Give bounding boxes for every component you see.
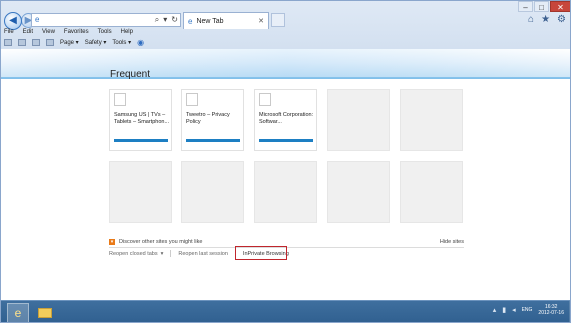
tile-title: Microsoft Corporation: Softwar... <box>259 112 314 125</box>
tools-gear-icon[interactable]: ⚙ <box>557 14 566 25</box>
tab-ie-icon: e <box>188 16 193 26</box>
home-icon[interactable]: ⌂ <box>528 14 534 25</box>
reopen-closed-tabs-link[interactable]: Reopen closed tabs ▾ <box>109 251 163 257</box>
feeds-icon <box>18 39 26 46</box>
tools-menu[interactable]: Tools ▾ <box>112 39 131 46</box>
folder-icon <box>38 307 52 318</box>
help-globe-icon[interactable]: ◉ <box>137 38 144 47</box>
address-input[interactable] <box>43 15 153 25</box>
usage-bar <box>114 139 168 142</box>
tile-title: Samsung US | TVs – Tablets – Smartphon..… <box>114 112 170 125</box>
back-button[interactable]: ◀ <box>4 12 22 30</box>
frequent-tile[interactable]: Tweetro – Privacy Policy <box>181 89 244 151</box>
tab-new-tab[interactable]: e New Tab ✕ <box>183 12 269 29</box>
tile-title: Tweetro – Privacy Policy <box>186 112 230 125</box>
print-icon <box>46 39 54 46</box>
menu-file[interactable]: File <box>4 29 14 35</box>
usage-bar <box>186 139 240 142</box>
favorites-star-icon[interactable]: ★ <box>541 14 550 25</box>
window-controls: – □ ✕ <box>517 1 570 12</box>
toolbar-right-icons: ⌂ ★ ⚙ <box>528 14 566 25</box>
page-menu[interactable]: Page ▾ <box>60 39 79 46</box>
tray-arrow-icon[interactable]: ▴ <box>493 306 497 314</box>
discover-row: ▾ Discover other sites you might like Hi… <box>109 237 464 246</box>
add-to-favorites-bar-button[interactable] <box>4 39 12 46</box>
highlight-box <box>235 246 287 260</box>
empty-tile[interactable] <box>327 89 390 151</box>
chevron-down-icon: ▾ <box>160 250 164 257</box>
system-tray: ▴ ▮ ◂ ENG 16:32 2012-07-16 <box>493 304 564 316</box>
network-icon[interactable]: ▮ <box>502 306 506 314</box>
feeds-button[interactable] <box>18 39 26 46</box>
menu-view[interactable]: View <box>42 29 55 35</box>
clock-date: 2012-07-16 <box>538 310 564 316</box>
menu-favorites[interactable]: Favorites <box>64 29 89 35</box>
hide-sites-link[interactable]: Hide sites <box>440 239 464 245</box>
menu-edit[interactable]: Edit <box>23 29 33 35</box>
new-tab-button[interactable] <box>271 13 285 27</box>
tab-close-icon[interactable]: ✕ <box>258 17 264 25</box>
site-favicon <box>186 93 198 106</box>
reopen-last-session-link[interactable]: Reopen last session <box>178 251 228 257</box>
browser-chrome: ◀ ▶ e ⌕ ▾ ↻ e New Tab ✕ – □ ✕ ⌂ ★ ⚙ File… <box>1 1 570 50</box>
ie-window: ◀ ▶ e ⌕ ▾ ↻ e New Tab ✕ – □ ✕ ⌂ ★ ⚙ File… <box>0 0 571 323</box>
favorites-bar-icon <box>4 39 12 46</box>
minimize-button[interactable]: – <box>518 1 533 12</box>
frequent-heading: Frequent <box>110 69 151 80</box>
volume-icon[interactable]: ◂ <box>512 306 516 314</box>
tab-label: New Tab <box>196 17 224 25</box>
menu-help[interactable]: Help <box>121 29 133 35</box>
usage-bar <box>259 139 313 142</box>
dropdown-icon[interactable]: ▾ <box>163 16 167 24</box>
back-arrow-icon: ◀ <box>9 15 17 26</box>
separator <box>170 250 172 257</box>
refresh-icon[interactable]: ↻ <box>171 16 178 24</box>
mail-icon <box>32 39 40 46</box>
safety-menu[interactable]: Safety ▾ <box>85 39 107 46</box>
close-button[interactable]: ✕ <box>550 1 570 12</box>
empty-tile[interactable] <box>400 89 463 151</box>
address-bar[interactable]: e ⌕ ▾ ↻ <box>31 13 181 27</box>
discover-icon: ▾ <box>109 238 115 245</box>
print-button[interactable] <box>46 39 54 46</box>
frequent-tile[interactable]: Microsoft Corporation: Softwar... <box>254 89 317 151</box>
clock[interactable]: 16:32 2012-07-16 <box>538 304 564 316</box>
ie-logo-icon: e <box>14 306 22 320</box>
site-favicon <box>259 93 271 106</box>
empty-tile[interactable] <box>400 161 463 223</box>
ie-page-icon: e <box>35 15 40 24</box>
reopen-closed-tabs-label: Reopen closed tabs <box>109 250 158 257</box>
site-favicon <box>114 93 126 106</box>
menu-tools[interactable]: Tools <box>98 29 112 35</box>
frequent-tile[interactable]: Samsung US | TVs – Tablets – Smartphon..… <box>109 89 172 151</box>
discover-link[interactable]: Discover other sites you might like <box>119 239 440 245</box>
search-icon[interactable]: ⌕ <box>155 16 159 24</box>
empty-tile[interactable] <box>327 161 390 223</box>
empty-tile[interactable] <box>181 161 244 223</box>
taskbar: e ▴ ▮ ◂ ENG 16:32 2012-07-16 <box>1 300 570 322</box>
page-header-band <box>1 49 570 77</box>
language-indicator[interactable]: ENG <box>522 307 533 313</box>
taskbar-ie-button[interactable]: e <box>7 303 29 322</box>
command-bar: Page ▾ Safety ▾ Tools ▾ ◉ <box>4 38 144 47</box>
menu-bar: File Edit View Favorites Tools Help <box>4 29 133 35</box>
taskbar-explorer-button[interactable] <box>36 305 54 320</box>
mail-button[interactable] <box>32 39 40 46</box>
empty-tile[interactable] <box>254 161 317 223</box>
empty-tile[interactable] <box>109 161 172 223</box>
maximize-button[interactable]: □ <box>534 1 549 12</box>
